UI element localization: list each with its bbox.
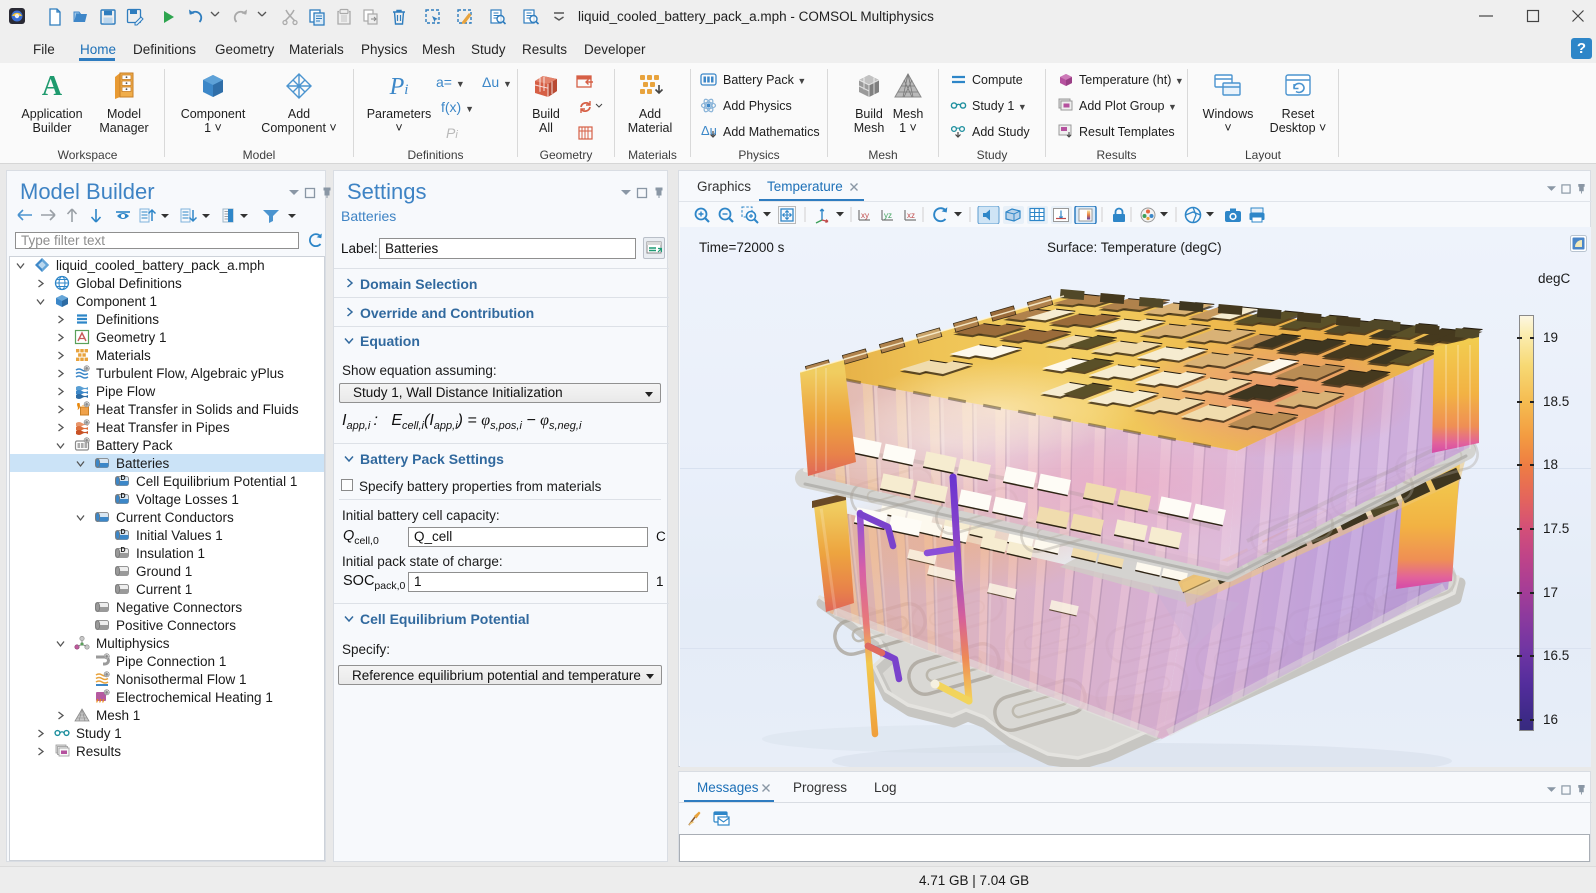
svg-text:xz: xz <box>907 211 915 220</box>
svg-text:D: D <box>120 475 125 482</box>
svg-text:D: D <box>120 529 125 536</box>
svg-text:A: A <box>42 71 63 101</box>
svg-text:D: D <box>120 547 125 554</box>
svg-text:xy: xy <box>861 211 869 220</box>
svg-text:yz: yz <box>884 211 892 220</box>
svg-text:Pi: Pi <box>389 74 409 100</box>
svg-text:D: D <box>120 493 125 500</box>
